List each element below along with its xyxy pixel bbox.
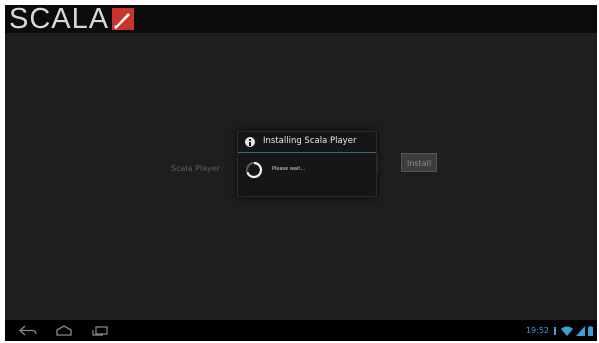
back-icon[interactable] [19, 325, 37, 336]
signal-icon [576, 325, 585, 336]
home-icon[interactable] [55, 325, 73, 336]
spinner-icon [245, 161, 263, 179]
player-label: Scala Player [171, 164, 220, 173]
app-window: SCALA Scala Player ▼ Install Installing … [5, 5, 597, 341]
logo-mark-icon [112, 8, 135, 30]
system-nav-bar: 19:52 [5, 320, 597, 341]
notification-icon [554, 326, 556, 335]
top-bar: SCALA [5, 5, 597, 35]
install-button[interactable]: Install [401, 153, 437, 172]
scala-logo: SCALA [9, 5, 135, 35]
dialog-message: Please wait... [272, 166, 306, 172]
dialog-title: Installing Scala Player [263, 136, 357, 146]
logo-text: SCALA [9, 5, 110, 35]
progress-dialog: Installing Scala Player Please wait... [237, 131, 377, 197]
info-icon [245, 137, 255, 147]
main-content: Scala Player ▼ Install Installing Scala … [5, 33, 597, 320]
recent-apps-icon[interactable] [91, 325, 109, 336]
clock: 19:52 [525, 326, 549, 335]
wifi-icon [561, 326, 573, 336]
status-area[interactable]: 19:52 [526, 324, 593, 337]
dialog-title-bar: Installing Scala Player [238, 132, 376, 153]
battery-icon [588, 325, 593, 336]
